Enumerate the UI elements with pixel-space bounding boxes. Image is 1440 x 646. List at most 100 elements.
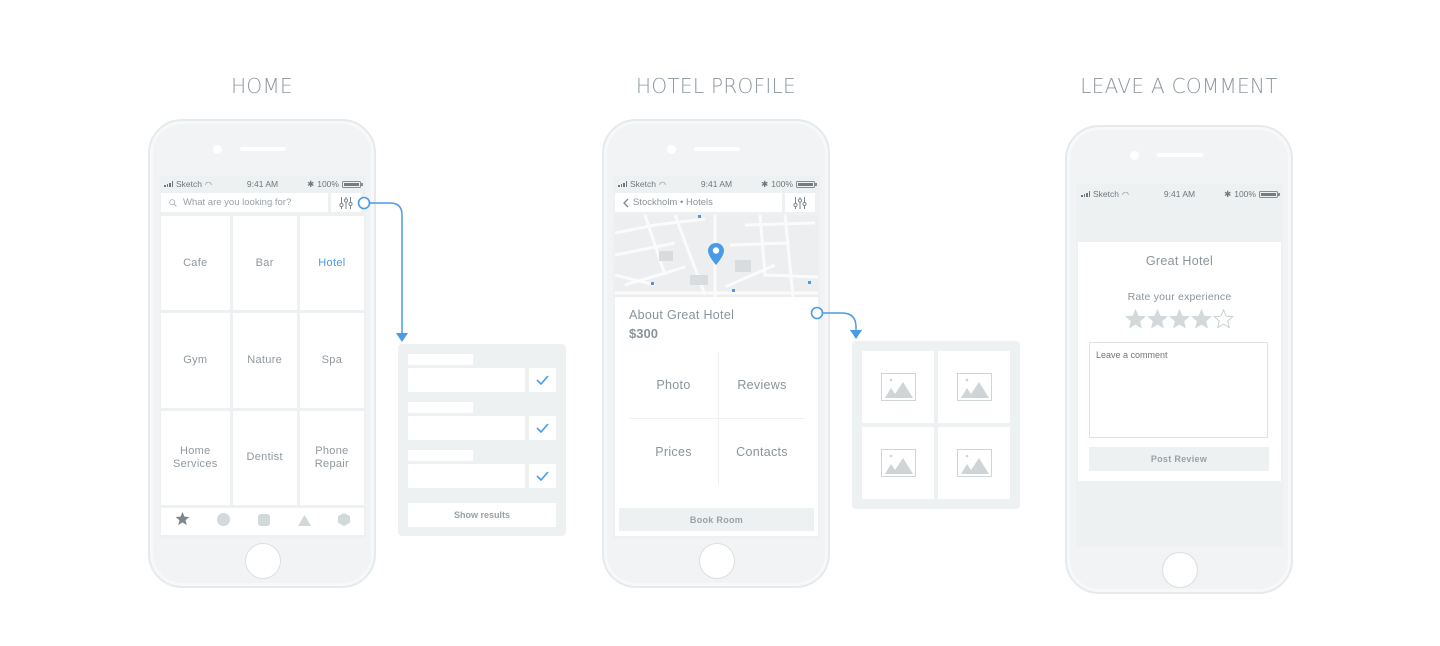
- show-results-button[interactable]: Show results: [408, 503, 556, 527]
- filter-button[interactable]: [331, 193, 361, 212]
- category-spa[interactable]: Spa: [299, 313, 364, 408]
- tab-star[interactable]: [175, 512, 190, 531]
- status-bar: Sketch ◠ 9:41 AM ✱ 100%: [1076, 184, 1283, 204]
- prices-section[interactable]: Prices: [629, 419, 718, 485]
- contacts-section[interactable]: Contacts: [719, 419, 805, 485]
- display: Sketch ◠ 9:41 AM ✱ 100% What are you looki…: [159, 176, 366, 538]
- category-hotel[interactable]: Hotel: [299, 216, 364, 311]
- screen-title-hotel-profile: HOTEL PROFILE: [636, 74, 796, 98]
- category-grid: Cafe Bar Hotel Gym Nature Spa Home Services Den…: [161, 216, 364, 505]
- photo-section[interactable]: Photo: [629, 352, 718, 418]
- breadcrumb: Stockholm • Hotels: [633, 197, 713, 208]
- carrier: Sketch: [630, 179, 656, 189]
- comment-textarea[interactable]: [1089, 342, 1268, 438]
- image-placeholder-icon: [880, 373, 916, 401]
- star-filled-icon[interactable]: [1147, 309, 1168, 329]
- photo-thumbnail[interactable]: [938, 351, 1010, 423]
- star-filled-icon[interactable]: [1125, 309, 1146, 329]
- review-card: Great Hotel Rate your experience Post Re…: [1078, 242, 1281, 481]
- star-rating[interactable]: [1125, 309, 1234, 329]
- filter-field[interactable]: [408, 368, 525, 392]
- sliders-icon: [339, 196, 353, 209]
- speaker: [1157, 153, 1203, 157]
- filter-checkbox[interactable]: [529, 368, 556, 392]
- star-filled-icon[interactable]: [1169, 309, 1190, 329]
- filter-label-placeholder: [408, 402, 473, 413]
- bluetooth-icon: ✱: [1224, 188, 1232, 199]
- wifi-icon: ◠: [205, 179, 212, 189]
- rate-label: Rate your experience: [1127, 291, 1232, 303]
- screen-title-home: HOME: [231, 74, 293, 98]
- screen-title-leave-comment: LEAVE A COMMENT: [1080, 74, 1278, 98]
- filter-checkbox[interactable]: [529, 416, 556, 440]
- star-filled-icon[interactable]: [1191, 309, 1212, 329]
- battery-percent: 100%: [771, 179, 793, 189]
- battery-percent: 100%: [317, 179, 339, 189]
- tab-circle[interactable]: [217, 512, 231, 531]
- photo-thumbnail[interactable]: [938, 427, 1010, 499]
- phone-home: Sketch ◠ 9:41 AM ✱ 100% What are you looki…: [148, 119, 376, 588]
- wifi-icon: ◠: [1122, 189, 1129, 199]
- home-button[interactable]: [699, 543, 735, 579]
- speaker: [694, 147, 740, 151]
- map-streets: [615, 215, 818, 297]
- filter-field[interactable]: [408, 464, 525, 488]
- location-pin-icon: [708, 243, 724, 265]
- tab-square[interactable]: [257, 513, 270, 531]
- signal-icon: [1081, 191, 1090, 197]
- about-title: About Great Hotel: [629, 308, 735, 322]
- image-placeholder-icon: [956, 373, 992, 401]
- category-bar[interactable]: Bar: [232, 216, 297, 311]
- filter-field[interactable]: [408, 416, 525, 440]
- photo-thumbnail[interactable]: [862, 351, 934, 423]
- price: $300: [629, 326, 658, 341]
- breadcrumb-bar[interactable]: Stockholm • Hotels: [615, 193, 782, 212]
- sliders-icon: [793, 196, 807, 209]
- camera: [1130, 151, 1139, 160]
- hotel-name: Great Hotel: [1145, 254, 1214, 268]
- category-dentist[interactable]: Dentist: [232, 410, 297, 505]
- carrier: Sketch: [176, 179, 202, 189]
- search-icon: [169, 198, 177, 207]
- tab-triangle[interactable]: [297, 513, 311, 531]
- category-gym[interactable]: Gym: [161, 313, 230, 408]
- filter-panel: Show results: [398, 344, 566, 536]
- category-cafe[interactable]: Cafe: [161, 216, 230, 311]
- battery-icon: [1258, 190, 1280, 198]
- image-placeholder-icon: [956, 449, 992, 477]
- category-nature[interactable]: Nature: [232, 313, 297, 408]
- phone-hotel-profile: Sketch ◠ 9:41 AM ✱ 100% Stockholm • Hotels: [602, 119, 830, 588]
- hexagon-icon: [338, 512, 351, 526]
- bluetooth-icon: ✱: [307, 178, 315, 189]
- display: Sketch ◠ 9:41 AM ✱ 100% Great Hotel Rate y…: [1076, 184, 1283, 546]
- category-phone-repair[interactable]: Phone Repair: [299, 410, 364, 505]
- clock: 9:41 AM: [246, 179, 279, 189]
- post-review-button[interactable]: Post Review: [1089, 447, 1269, 471]
- star-icon: [175, 512, 190, 526]
- reviews-section[interactable]: Reviews: [719, 352, 805, 418]
- carrier: Sketch: [1093, 189, 1119, 199]
- book-room-button[interactable]: Book Room: [619, 508, 814, 531]
- clock: 9:41 AM: [1163, 189, 1196, 199]
- photo-gallery-panel: [852, 341, 1020, 509]
- filter-checkbox[interactable]: [529, 464, 556, 488]
- category-home-services[interactable]: Home Services: [161, 410, 230, 505]
- battery-icon: [341, 180, 363, 188]
- checkmark-icon: [536, 375, 549, 385]
- search-input[interactable]: What are you looking for?: [161, 193, 328, 212]
- filter-button[interactable]: [785, 193, 815, 212]
- square-icon: [257, 513, 270, 526]
- home-button[interactable]: [1162, 552, 1198, 588]
- camera: [213, 145, 222, 154]
- checkmark-icon: [536, 423, 549, 433]
- photo-thumbnail[interactable]: [862, 427, 934, 499]
- signal-icon: [164, 181, 173, 187]
- filter-label-placeholder: [408, 354, 473, 365]
- home-button[interactable]: [245, 543, 281, 579]
- wifi-icon: ◠: [659, 179, 666, 189]
- star-empty-icon[interactable]: [1213, 309, 1234, 329]
- camera: [667, 145, 676, 154]
- map[interactable]: [615, 215, 818, 297]
- filter-label-placeholder: [408, 450, 473, 461]
- tab-hexagon[interactable]: [338, 512, 351, 531]
